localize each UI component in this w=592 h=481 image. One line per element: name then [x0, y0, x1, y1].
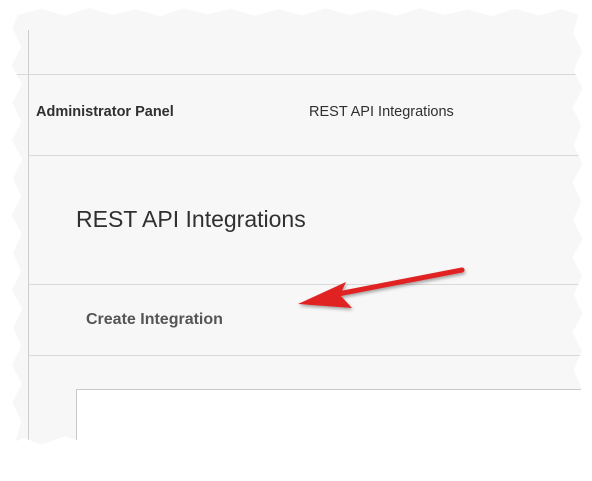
integrations-list-panel	[76, 389, 583, 446]
page-title: REST API Integrations	[76, 206, 306, 232]
screenshot-frame: Administrator Panel REST API Integration…	[11, 7, 583, 446]
arrow-shape	[298, 267, 465, 308]
top-header-bar	[11, 7, 583, 75]
breadcrumb-rest-api-integrations[interactable]: REST API Integrations	[309, 104, 454, 120]
left-border-divider	[28, 30, 29, 446]
breadcrumb-admin-panel-link[interactable]: Administrator Panel	[36, 104, 174, 120]
create-integration-button[interactable]: Create Integration	[86, 311, 223, 329]
red-arrow-annotation	[298, 267, 465, 308]
